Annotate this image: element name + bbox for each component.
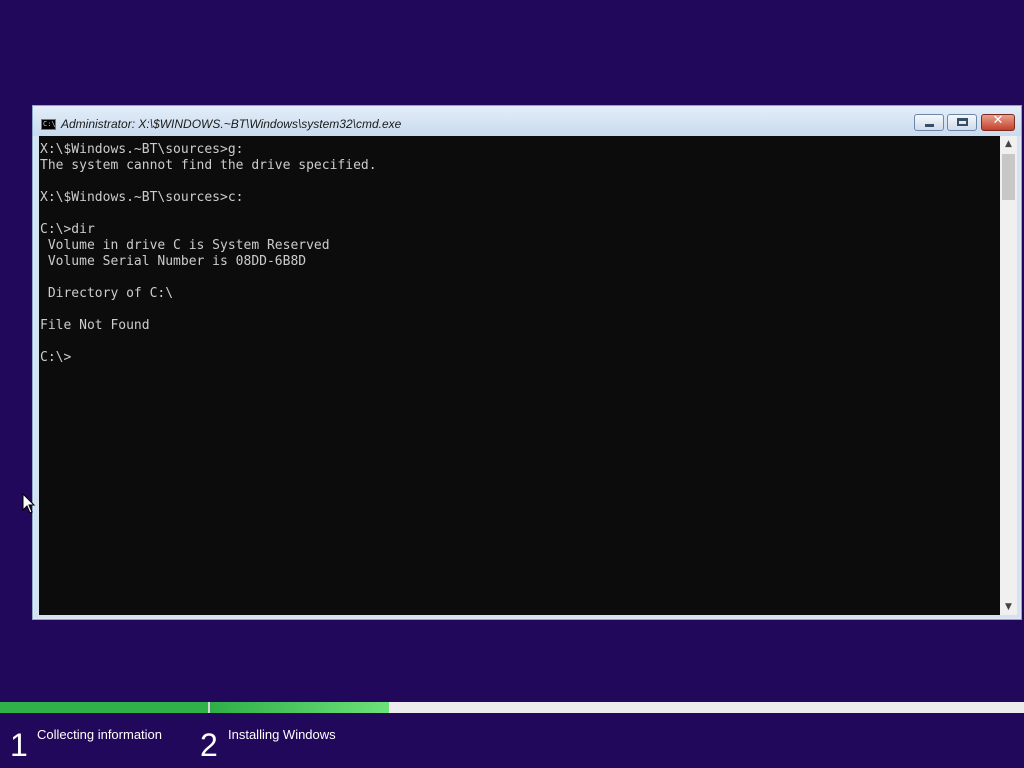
window-title: Administrator: X:\$WINDOWS.~BT\Windows\s… [61,117,402,131]
setup-progress-bar [0,702,1024,713]
maximize-icon [957,118,968,126]
setup-background: C:\ Administrator: X:\$WINDOWS.~BT\Windo… [0,0,1024,768]
console-text: X:\$Windows.~BT\sources>g: The system ca… [40,142,377,365]
step2-number: 2 [200,727,218,763]
step2-progress-track [210,702,1024,713]
setup-steps: 1 Collecting information 2 Installing Wi… [0,713,1024,768]
step1-progress [0,702,208,713]
close-icon: ✕ [992,113,1004,128]
scroll-thumb[interactable] [1002,154,1015,200]
step2-progress [210,702,390,713]
close-button[interactable]: ✕ [981,113,1015,131]
step1-number: 1 [10,727,28,763]
title-bar[interactable]: C:\ Administrator: X:\$WINDOWS.~BT\Windo… [33,106,1021,136]
scroll-down-icon[interactable]: ▼ [1000,599,1017,615]
maximize-button[interactable] [947,114,977,131]
minimize-icon [925,124,934,127]
step1-label: Collecting information [37,727,163,742]
command-prompt-window[interactable]: C:\ Administrator: X:\$WINDOWS.~BT\Windo… [32,105,1022,620]
step2-label: Installing Windows [228,727,336,742]
mouse-pointer-icon [22,493,36,514]
console-output[interactable]: X:\$Windows.~BT\sources>g: The system ca… [39,136,1000,615]
vertical-scrollbar[interactable]: ▲ ▼ [1000,136,1017,615]
cmd-console-icon: C:\ [41,119,56,130]
minimize-button[interactable] [914,114,944,131]
scroll-up-icon[interactable]: ▲ [1000,136,1017,152]
